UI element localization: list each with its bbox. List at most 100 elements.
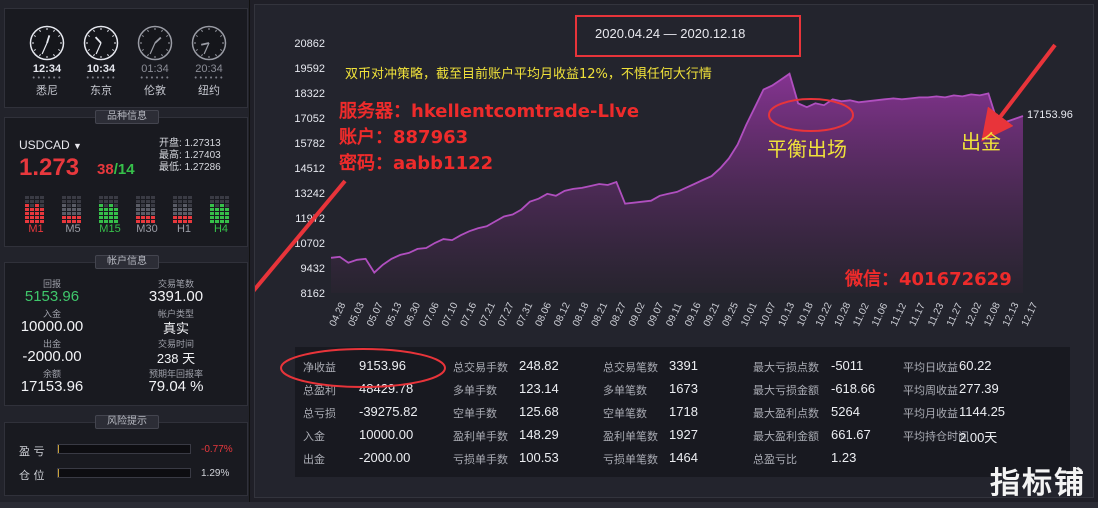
wechat-note: 微信：401672629 bbox=[845, 269, 1012, 290]
last-value-label: 17153.96 bbox=[1027, 109, 1073, 121]
low-price: 最低: 1.27286 bbox=[159, 162, 221, 173]
clock-dots: •••••• bbox=[193, 74, 225, 82]
strength-bar bbox=[188, 196, 192, 223]
clock-dots: •••••• bbox=[85, 74, 117, 82]
stat-value: 2.00天 bbox=[959, 430, 998, 445]
strength-bar bbox=[67, 196, 71, 223]
stat-value: 1927 bbox=[669, 427, 698, 442]
strength-bar bbox=[62, 196, 66, 223]
stat-label: 多单手数 bbox=[453, 384, 497, 397]
strategy-note: 双币对冲策略，截至目前账户平均月收益12%，不惧任何大行情 bbox=[345, 67, 712, 82]
stat-value: 3391 bbox=[669, 358, 698, 373]
stat-value: 125.68 bbox=[519, 404, 559, 419]
account-info-panel: 帐户信息 回报 5153.96 交易笔数 3391.00 入金 10000.00… bbox=[4, 255, 248, 406]
timeframe-label[interactable]: H4 bbox=[208, 223, 234, 235]
y-tick-label: 8162 bbox=[301, 288, 325, 300]
strength-bar bbox=[141, 196, 145, 223]
stat-label: 平均周收益 bbox=[903, 384, 958, 397]
stat-label: 盈利单笔数 bbox=[603, 430, 658, 443]
clock-city: 纽约 bbox=[198, 84, 220, 97]
timeframe-label[interactable]: H1 bbox=[171, 223, 197, 235]
stat-value: -618.66 bbox=[831, 381, 876, 396]
x-tick-label: 12.17 bbox=[1020, 301, 1041, 329]
stat-label: 最大盈利金额 bbox=[753, 430, 819, 443]
stat-value: 1718 bbox=[669, 404, 698, 419]
section-title: 风险提示 bbox=[95, 415, 159, 429]
x-tick-label: 11.02 bbox=[851, 301, 871, 328]
stat-label: 出金 bbox=[303, 453, 325, 466]
pnl-bar-fill bbox=[58, 445, 60, 453]
symbol-name: USDCAD bbox=[19, 138, 70, 152]
server-note: 服务器：hkellentcomtrade-Llve bbox=[339, 101, 640, 122]
stat-label: 最大亏损点数 bbox=[753, 361, 819, 374]
stat-value: 1144.25 bbox=[959, 404, 1006, 419]
stat-label: 盈利单手数 bbox=[453, 430, 508, 443]
stat-label: 入金 bbox=[303, 430, 325, 443]
stat-value: 60.22 bbox=[959, 358, 992, 373]
clock-dots: •••••• bbox=[139, 74, 171, 82]
clock-item: 10:34 •••••• 东京 bbox=[81, 25, 121, 98]
account-note: 账户：887963 bbox=[339, 127, 469, 148]
withdrawal-note: 出金 bbox=[961, 130, 1001, 154]
world-clocks: 12:34 •••••• 悉尼 10:34 •••••• 东京 01:34 ••… bbox=[4, 8, 248, 108]
strength-bar bbox=[183, 196, 187, 223]
account-type-value: 真实 bbox=[162, 321, 189, 336]
symbol-selector[interactable]: USDCAD ▼ bbox=[19, 138, 82, 152]
date-range: 2020.04.24 — 2020.12.18 bbox=[595, 26, 746, 41]
clock-icon bbox=[83, 25, 119, 61]
strength-bar bbox=[40, 196, 44, 223]
equity-panel: 20862 19592 18322 17052 15782 14512 13242 11972… bbox=[254, 4, 1094, 498]
stat-label: 总盈亏比 bbox=[753, 453, 797, 466]
stat-label: 总亏损 bbox=[303, 407, 336, 420]
timeframe-label[interactable]: M5 bbox=[60, 223, 86, 235]
x-tick-label: 11.06 bbox=[870, 301, 890, 328]
stat-label: 最大盈利点数 bbox=[753, 407, 819, 420]
strength-bar bbox=[35, 196, 39, 223]
position-bar bbox=[57, 468, 191, 478]
clock-dots: •••••• bbox=[31, 74, 63, 82]
strength-bar bbox=[104, 196, 108, 223]
pips-a: 38 bbox=[97, 161, 114, 178]
section-title: 品种信息 bbox=[95, 110, 159, 124]
strength-bar bbox=[99, 196, 103, 223]
clock-city: 东京 bbox=[90, 84, 112, 97]
strength-bar bbox=[210, 196, 214, 223]
x-tick-label: 11.12 bbox=[889, 301, 909, 328]
stat-value: 661.67 bbox=[831, 427, 871, 442]
stat-label: 空单手数 bbox=[453, 407, 497, 420]
pnl-value: -0.77% bbox=[201, 444, 233, 455]
y-tick-label: 15782 bbox=[294, 138, 325, 150]
withdraw-value: -2000.00 bbox=[22, 348, 82, 365]
timeframe-label[interactable]: M30 bbox=[134, 223, 160, 235]
chevron-down-icon: ▼ bbox=[73, 141, 82, 151]
stat-value: 1.23 bbox=[831, 450, 857, 465]
strength-bar bbox=[178, 196, 182, 223]
open-price: 开盘: 1.27313 bbox=[159, 138, 221, 149]
pips-b: 14 bbox=[117, 161, 135, 178]
timeframe-strength-bars bbox=[25, 196, 229, 223]
trade-time-value: 238 天 bbox=[156, 351, 196, 366]
x-tick-label: 09.11 bbox=[664, 301, 684, 328]
strength-bar bbox=[146, 196, 150, 223]
risk-panel: 风险提示 盈 亏 -0.77% 仓 位 1.29% bbox=[4, 415, 248, 496]
account-arrow bbox=[255, 179, 347, 293]
y-tick-label: 20862 bbox=[294, 38, 325, 50]
balanced-exit-note: 平衡出场 bbox=[767, 137, 847, 161]
timeframe-label[interactable]: M1 bbox=[23, 223, 49, 235]
timeframe-label[interactable]: M15 bbox=[97, 223, 123, 235]
stat-label: 空单笔数 bbox=[603, 407, 647, 420]
clock-icon bbox=[191, 25, 227, 61]
strength-bar bbox=[220, 196, 224, 223]
symbol-info-panel: 品种信息 USDCAD ▼ 1.273 38/14 开盘: 1.27313 最高… bbox=[4, 110, 248, 247]
deposit-value: 10000.00 bbox=[20, 318, 84, 335]
left-panel: 12:34 •••••• 悉尼 10:34 •••••• 东京 01:34 ••… bbox=[0, 0, 250, 508]
strength-bar bbox=[151, 196, 155, 223]
ohl-values: 开盘: 1.27313 最高: 1.27403 最低: 1.27286 bbox=[159, 138, 221, 174]
bottom-bar bbox=[0, 502, 1098, 508]
y-tick-label: 14512 bbox=[294, 163, 325, 175]
stat-value: 248.82 bbox=[519, 358, 559, 373]
strength-bar bbox=[173, 196, 177, 223]
y-tick-label: 17052 bbox=[294, 113, 325, 125]
y-tick-label: 18322 bbox=[294, 88, 325, 100]
stat-label: 总交易笔数 bbox=[603, 361, 658, 374]
